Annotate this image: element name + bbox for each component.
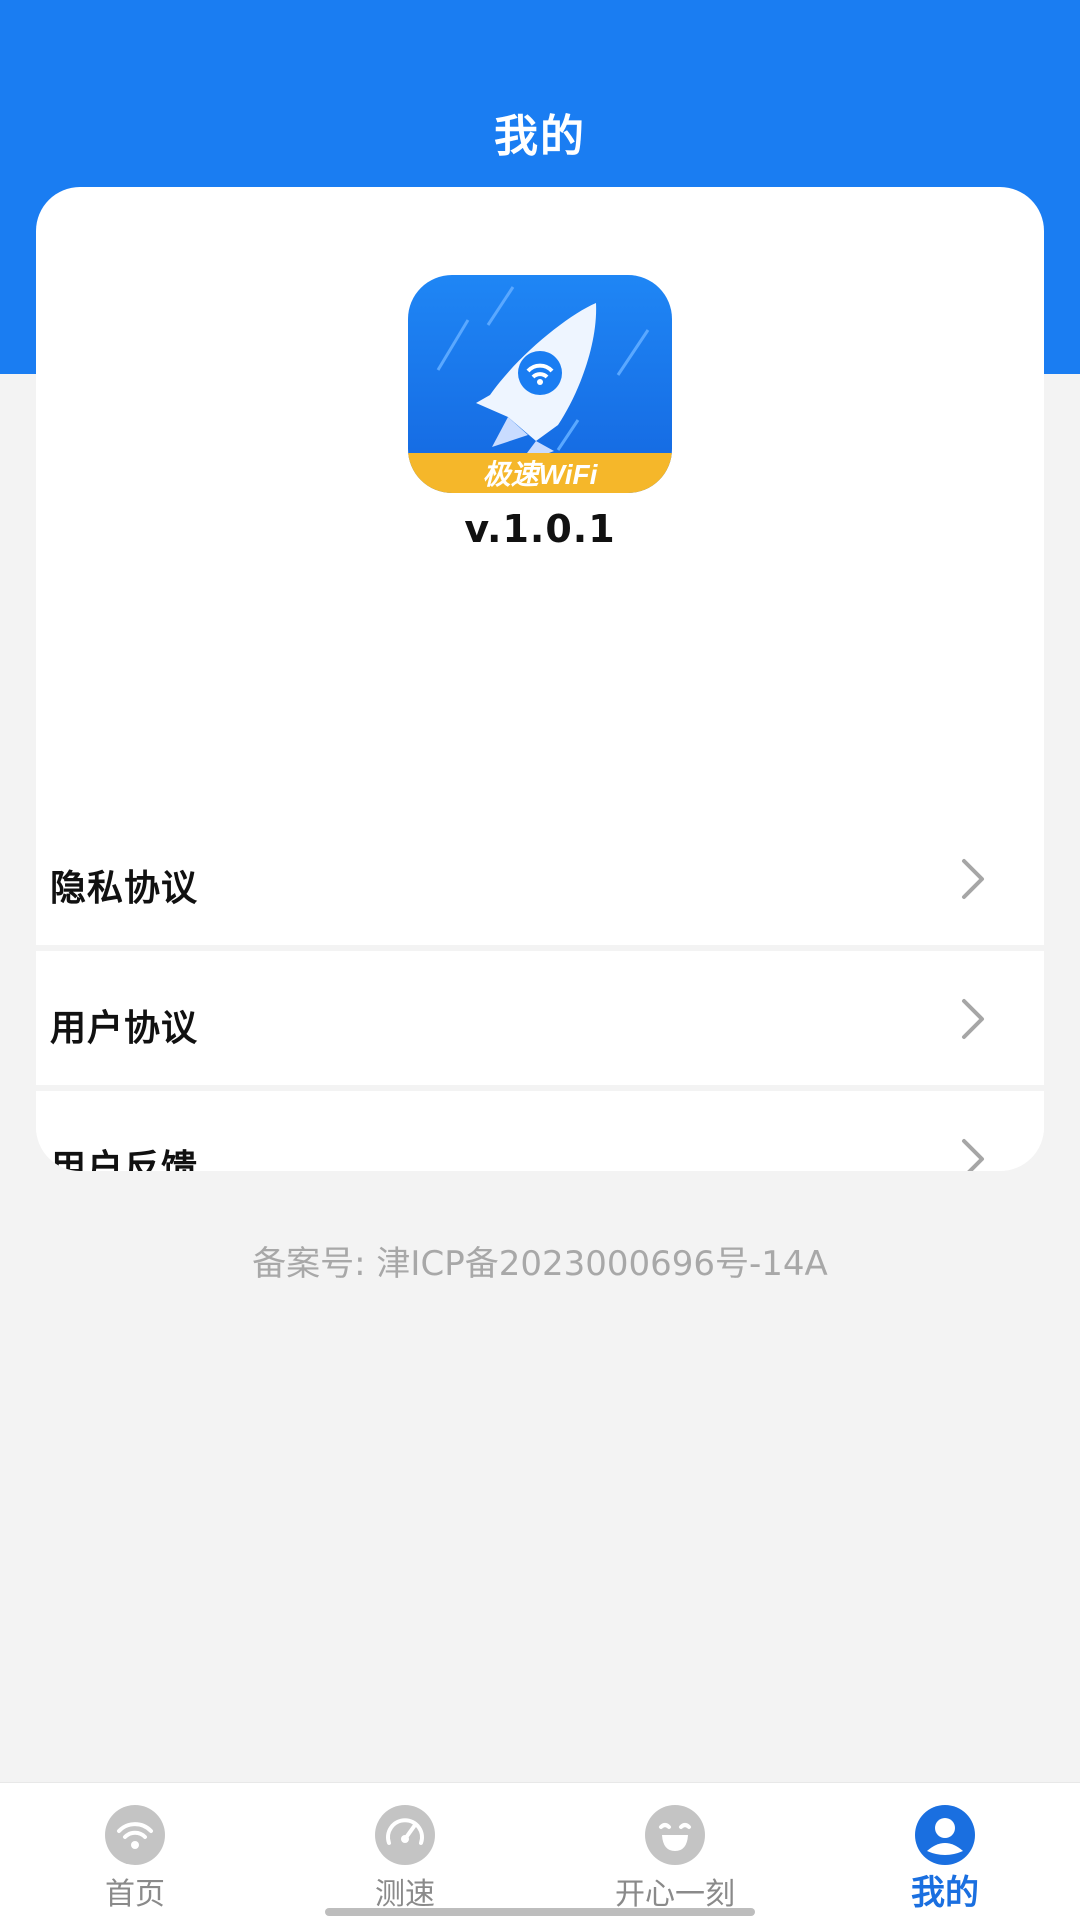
menu-item-label: 隐私协议 [50, 868, 199, 909]
chevron-right-icon [962, 999, 984, 1039]
chevron-right-icon [962, 1139, 984, 1171]
tab-speed-test[interactable]: 测速 [270, 1783, 540, 1920]
logo-text: 极速WiFi [483, 459, 599, 490]
bottom-tab-bar: 首页 测速 开心一刻 我的 [0, 1782, 1080, 1920]
user-icon [915, 1805, 975, 1865]
menu-item-label: 用户协议 [50, 1008, 199, 1049]
app-version: v.1.0.1 [464, 507, 616, 551]
tab-label: 开心一刻 [615, 1877, 735, 1912]
menu-item-label: 用户反馈 [50, 1148, 199, 1171]
icp-record: 备案号: 津ICP备2023000696号-14A [252, 1244, 828, 1284]
menu-item-user-feedback[interactable]: 用户反馈 [36, 1091, 1044, 1171]
tab-label: 首页 [105, 1877, 165, 1912]
tab-home[interactable]: 首页 [0, 1783, 270, 1920]
menu-item-privacy-policy[interactable]: 隐私协议 [36, 811, 1044, 951]
page-title: 我的 [494, 111, 586, 162]
tab-fun-moment[interactable]: 开心一刻 [540, 1783, 810, 1920]
laugh-face-icon [645, 1805, 705, 1865]
tab-label: 测速 [375, 1877, 435, 1912]
profile-screen: 我的 极速WiFi v.1.0.1 隐私协议 用户协议 用户反馈 备案号: 津I… [0, 0, 1080, 1920]
settings-menu: 隐私协议 用户协议 用户反馈 [36, 811, 1044, 1171]
speedometer-icon [375, 1805, 435, 1865]
app-logo: 极速WiFi [408, 275, 672, 493]
tab-label: 我的 [911, 1873, 979, 1913]
chevron-right-icon [962, 859, 984, 899]
menu-item-user-agreement[interactable]: 用户协议 [36, 951, 1044, 1091]
wifi-icon [105, 1805, 165, 1865]
tab-mine[interactable]: 我的 [810, 1783, 1080, 1920]
home-indicator [325, 1908, 755, 1916]
profile-card: 极速WiFi v.1.0.1 隐私协议 用户协议 用户反馈 [36, 187, 1044, 1171]
